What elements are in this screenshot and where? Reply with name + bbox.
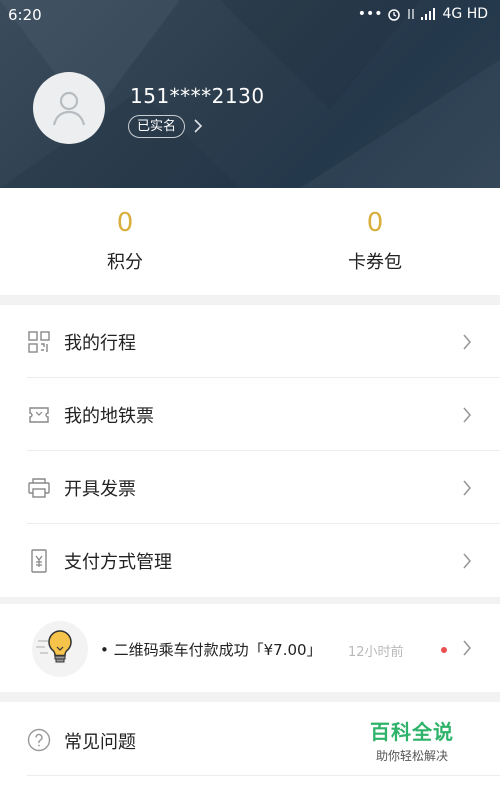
user-icon [52, 91, 86, 126]
points-value: 0 [116, 208, 134, 238]
yen-card-icon [31, 549, 47, 573]
network-type: 4G HD [442, 6, 488, 22]
signal-icon [421, 8, 436, 20]
lightbulb-icon [32, 621, 88, 677]
profile-header: 6:20 ••• 4G HD 151****2130 已实名 [0, 0, 500, 188]
menu-list: 我的行程 我的地铁票 开具发票 支付方式管理 [0, 305, 500, 597]
watermark-subtitle: 助你轻松解决 [375, 749, 448, 763]
points-label: 积分 [107, 252, 143, 273]
divider [27, 775, 500, 776]
notification-time: 12小时前 [348, 645, 404, 660]
menu-item-payment-methods[interactable]: 支付方式管理 [0, 524, 500, 597]
qr-grid-icon [28, 331, 50, 353]
chevron-right-icon [463, 407, 472, 423]
avatar[interactable] [33, 72, 105, 144]
stats-panel: 0 积分 0 卡券包 [0, 188, 500, 295]
chevron-right-icon[interactable] [192, 117, 204, 135]
alarm-icon [388, 9, 401, 21]
watermark: 百科全说 助你轻松解决 [360, 716, 464, 764]
coupons-stat[interactable]: 0 卡券包 [250, 188, 500, 295]
chevron-right-icon [463, 480, 472, 496]
printer-icon [28, 478, 50, 498]
menu-item-label: 支付方式管理 [64, 551, 172, 573]
menu-item-label: 我的地铁票 [64, 405, 154, 427]
chevron-right-icon [463, 640, 472, 656]
status-bar: 6:20 ••• 4G HD [0, 0, 500, 30]
faq-label: 常见问题 [64, 732, 136, 753]
menu-item-label: 我的行程 [64, 332, 136, 354]
question-circle-icon [27, 728, 51, 752]
menu-item-metro-tickets[interactable]: 我的地铁票 [0, 378, 500, 451]
ticket-icon [29, 407, 49, 423]
verified-badge[interactable]: 已实名 [128, 115, 186, 138]
chevron-right-icon [463, 334, 472, 350]
menu-item-label: 开具发票 [64, 478, 136, 500]
notification-message: • 二维码乘车付款成功「¥7.00」 [100, 641, 322, 659]
coupons-value: 0 [366, 208, 384, 238]
menu-item-invoice[interactable]: 开具发票 [0, 451, 500, 524]
more-dots-icon: ••• [357, 6, 383, 22]
data-arrows-icon [408, 9, 415, 19]
phone-number: 151****2130 [130, 84, 265, 108]
chevron-right-icon [463, 553, 472, 569]
status-time: 6:20 [8, 6, 42, 24]
unread-dot [441, 647, 447, 653]
notification-text: 二维码乘车付款成功「¥7.00」 [113, 641, 322, 659]
points-stat[interactable]: 0 积分 [0, 188, 250, 295]
coupons-label: 卡券包 [348, 252, 402, 273]
menu-item-trips[interactable]: 我的行程 [0, 305, 500, 378]
watermark-title: 百科全说 [370, 720, 454, 744]
notification-row[interactable]: • 二维码乘车付款成功「¥7.00」 12小时前 [0, 604, 500, 692]
